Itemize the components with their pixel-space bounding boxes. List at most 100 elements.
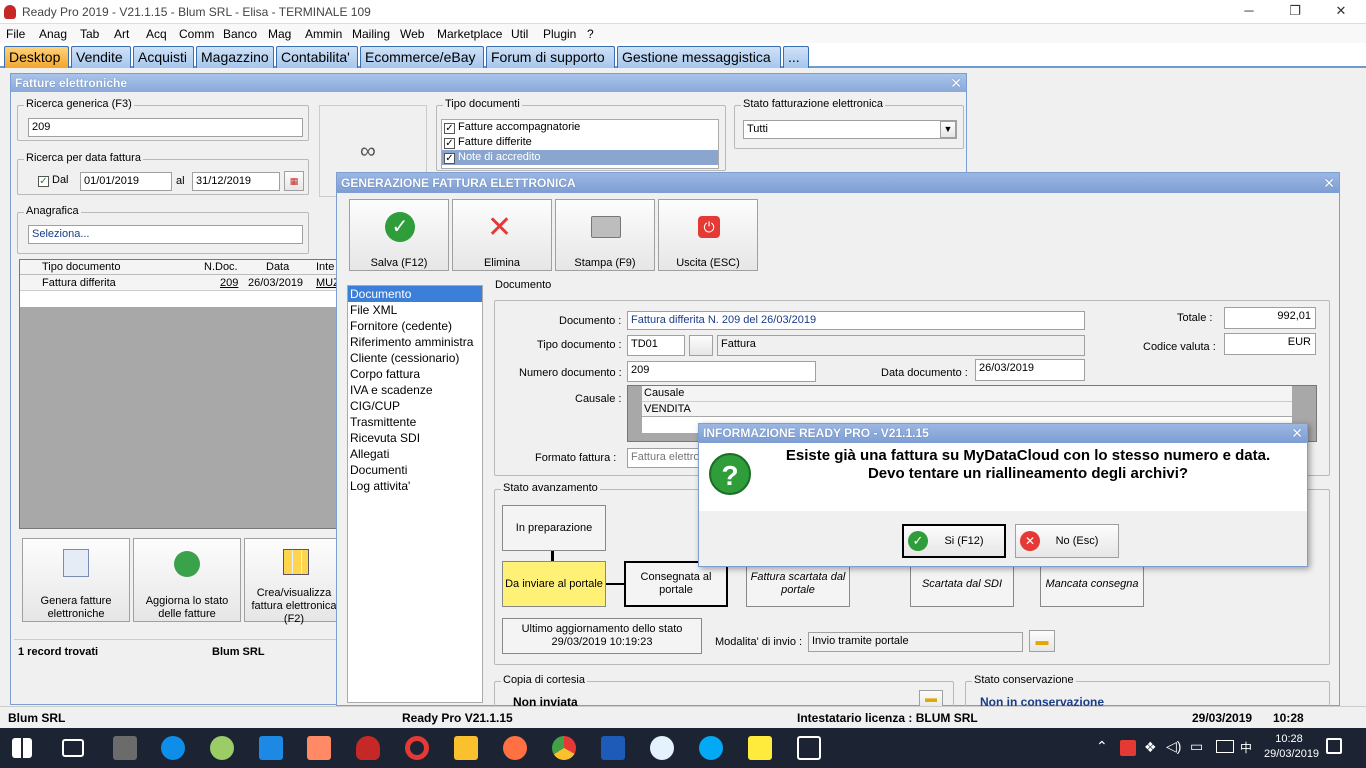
no-button[interactable]: ✕ No (Esc) [1015,524,1119,558]
menu-mailing[interactable]: Mailing [352,27,390,41]
ready-pro-icon[interactable] [356,736,380,760]
task-view-icon[interactable] [62,739,84,757]
calendar-icon[interactable]: ▦ [284,171,304,191]
chrome-icon[interactable] [552,736,576,760]
menu-comm[interactable]: Comm [179,27,214,41]
menu-web[interactable]: Web [400,27,424,41]
stampa-button[interactable]: Stampa (F9) [555,199,655,271]
tab-magazzino[interactable]: Magazzino [196,46,274,68]
nav-allegati[interactable]: Allegati [348,446,482,462]
menu-anag[interactable]: Anag [39,27,67,41]
genera-fatture-button[interactable]: Genera fatture elettroniche [22,538,130,622]
photos-icon[interactable] [797,736,821,760]
tray-language-icon[interactable]: 中 [1240,739,1252,756]
file-explorer-icon[interactable] [454,736,478,760]
menu-help[interactable]: ? [587,27,594,41]
nav-riferimento[interactable]: Riferimento amministra [348,334,482,350]
nav-fornitore[interactable]: Fornitore (cedente) [348,318,482,334]
tray-keyboard-icon[interactable] [1216,740,1234,753]
numero-documento-input[interactable]: 209 [627,361,816,382]
tab-contabilita[interactable]: Contabilita' [276,46,358,68]
minimize-icon[interactable]: ─ [1226,0,1272,24]
codice-valuta-input[interactable]: EUR [1224,333,1316,355]
tab-forum[interactable]: Forum di supporto [486,46,615,68]
table-row[interactable]: Fattura differita 209 26/03/2019 MUZ [20,275,340,291]
documento-input[interactable]: Fattura differita N. 209 del 26/03/2019 [627,311,1085,330]
menu-banco[interactable]: Banco [223,27,257,41]
tray-acrobat-icon[interactable] [1120,740,1136,756]
elimina-button[interactable]: ✕ Elimina [452,199,552,271]
anagrafica-input[interactable]: Seleziona... [28,225,303,244]
nav-log[interactable]: Log attivita' [348,478,482,494]
data-documento-input[interactable]: 26/03/2019 [975,359,1085,381]
restore-icon[interactable]: ❐ [1272,0,1318,24]
notification-icon[interactable] [1326,738,1342,754]
info-dialog-close-icon[interactable]: ✕ [1291,424,1303,443]
menu-plugin[interactable]: Plugin [543,27,576,41]
nav-iva[interactable]: IVA e scadenze [348,382,482,398]
si-button[interactable]: ✓ Si (F12) [902,524,1006,558]
sticky-notes-icon[interactable] [748,736,772,760]
folder-icon[interactable]: ▬ [1029,630,1055,652]
outlook-icon[interactable] [650,736,674,760]
calculator-icon[interactable] [113,736,137,760]
windows-start-icon[interactable] [12,738,32,758]
menu-mag[interactable]: Mag [268,27,291,41]
paint-icon[interactable] [210,736,234,760]
remote-desktop-icon[interactable] [259,736,283,760]
tray-dropbox-icon[interactable]: ❖ [1144,739,1157,756]
nav-documento[interactable]: Documento [348,286,482,302]
fatture-close-icon[interactable]: ✕ [950,74,962,92]
stato-fatturazione-select[interactable]: Tutti [743,120,957,139]
menu-ammin[interactable]: Ammin [305,27,342,41]
nav-corpo[interactable]: Corpo fattura [348,366,482,382]
tipo-item-differite[interactable]: ✓ Fatture differite [442,135,718,150]
generazione-close-icon[interactable]: ✕ [1323,173,1335,193]
menu-file[interactable]: File [6,27,25,41]
grid-header-tipo[interactable]: Tipo documento [42,261,120,273]
tray-chevron-icon[interactable]: ⌃ [1096,738,1108,755]
grid-header-data[interactable]: Data [266,261,289,273]
teamviewer-icon[interactable] [161,736,185,760]
tab-acquisti[interactable]: Acquisti [133,46,194,68]
crea-visualizza-button[interactable]: Crea/visualizza fattura elettronica (F2) [244,538,344,625]
tipo-item-note[interactable]: ✓ Note di accredito [442,150,718,165]
causale-row[interactable]: VENDITA [642,401,1292,416]
tipo-item-accompagnatorie[interactable]: ✓ Fatture accompagnatorie [442,120,718,135]
close-icon[interactable]: ✕ [1318,0,1364,24]
menu-acq[interactable]: Acq [146,27,167,41]
nav-cig[interactable]: CIG/CUP [348,398,482,414]
menu-tab[interactable]: Tab [80,27,99,41]
nav-documenti[interactable]: Documenti [348,462,482,478]
word-icon[interactable] [601,736,625,760]
totale-input[interactable]: 992,01 [1224,307,1316,329]
nav-file-xml[interactable]: File XML [348,302,482,318]
people-icon[interactable] [307,736,331,760]
al-input[interactable]: 31/12/2019 [192,172,280,191]
dal-checkbox[interactable]: ✓ Dal [38,174,69,187]
menu-util[interactable]: Util [511,27,528,41]
menu-marketplace[interactable]: Marketplace [437,27,502,41]
formato-fattura-input[interactable]: Fattura elettro [627,448,707,468]
nav-trasmittente[interactable]: Trasmittente [348,414,482,430]
tab-ecommerce[interactable]: Ecommerce/eBay [360,46,484,68]
ricerca-input[interactable]: 209 [28,118,303,137]
opera-icon[interactable] [405,736,429,760]
tipo-documento-input[interactable]: TD01 [627,335,685,356]
grid-header-ndoc[interactable]: N.Doc. [204,261,238,273]
modalita-invio-input[interactable]: Invio tramite portale [808,632,1023,652]
tray-clock[interactable]: 10:28 29/03/2019 [1264,732,1319,762]
firefox-icon[interactable] [503,736,527,760]
tipo-lookup-button[interactable] [689,335,713,356]
tab-more[interactable]: ... [783,46,809,68]
grid-header-inte[interactable]: Inte [316,261,334,273]
tab-vendite[interactable]: Vendite [71,46,131,68]
nav-cliente[interactable]: Cliente (cessionario) [348,350,482,366]
nav-ricevuta[interactable]: Ricevuta SDI [348,430,482,446]
tab-messaggistica[interactable]: Gestione messaggistica [617,46,781,68]
chevron-down-icon[interactable]: ▼ [940,121,956,138]
tab-desktop[interactable]: Desktop [4,46,69,68]
tray-volume-icon[interactable]: ◁) [1166,738,1181,755]
menu-art[interactable]: Art [114,27,129,41]
skype-icon[interactable] [699,736,723,760]
